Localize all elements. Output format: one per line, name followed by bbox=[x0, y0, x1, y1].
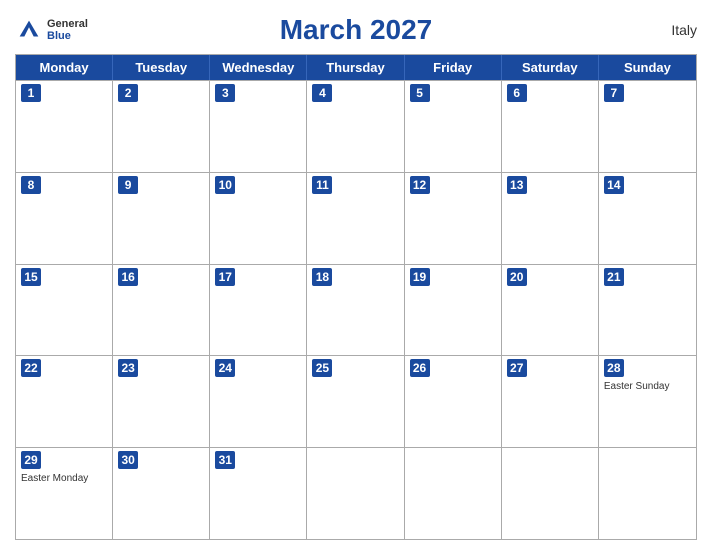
day-number: 9 bbox=[118, 176, 138, 194]
day-number: 18 bbox=[312, 268, 332, 286]
day-number: 21 bbox=[604, 268, 624, 286]
day-cell: 7 bbox=[599, 81, 696, 172]
day-cell: 22 bbox=[16, 356, 113, 447]
day-number: 3 bbox=[215, 84, 235, 102]
day-cell: 21 bbox=[599, 265, 696, 356]
day-number: 30 bbox=[118, 451, 138, 469]
logo: General Blue bbox=[15, 16, 88, 44]
day-cell: 27 bbox=[502, 356, 599, 447]
day-number: 25 bbox=[312, 359, 332, 377]
calendar: MondayTuesdayWednesdayThursdayFridaySatu… bbox=[15, 54, 697, 540]
week-row-2: 8 9 10 11 12 13 14 bbox=[16, 172, 696, 264]
logo-general: General bbox=[47, 18, 88, 30]
day-cell: 5 bbox=[405, 81, 502, 172]
day-cell: 8 bbox=[16, 173, 113, 264]
day-number: 23 bbox=[118, 359, 138, 377]
calendar-weeks: 1234567891011121314151617181920212223242… bbox=[16, 80, 696, 539]
day-cell bbox=[307, 448, 404, 539]
day-cell: 11 bbox=[307, 173, 404, 264]
day-cell: 28 Easter Sunday bbox=[599, 356, 696, 447]
day-number: 8 bbox=[21, 176, 41, 194]
day-cell: 17 bbox=[210, 265, 307, 356]
day-number: 4 bbox=[312, 84, 332, 102]
day-cell: 9 bbox=[113, 173, 210, 264]
week-row-3: 15 16 17 18 19 20 21 bbox=[16, 264, 696, 356]
day-cell bbox=[502, 448, 599, 539]
day-number: 29 bbox=[21, 451, 41, 469]
logo-text: General Blue bbox=[47, 18, 88, 42]
day-cell: 24 bbox=[210, 356, 307, 447]
day-cell: 26 bbox=[405, 356, 502, 447]
day-event: Easter Monday bbox=[21, 473, 107, 484]
day-cell: 16 bbox=[113, 265, 210, 356]
day-cell: 23 bbox=[113, 356, 210, 447]
day-cell: 15 bbox=[16, 265, 113, 356]
day-header-wednesday: Wednesday bbox=[210, 55, 307, 80]
day-number: 14 bbox=[604, 176, 624, 194]
day-number: 28 bbox=[604, 359, 624, 377]
day-header-tuesday: Tuesday bbox=[113, 55, 210, 80]
day-cell: 12 bbox=[405, 173, 502, 264]
day-number: 31 bbox=[215, 451, 235, 469]
day-event: Easter Sunday bbox=[604, 381, 691, 392]
day-number: 7 bbox=[604, 84, 624, 102]
day-cell: 31 bbox=[210, 448, 307, 539]
day-number: 16 bbox=[118, 268, 138, 286]
day-header-sunday: Sunday bbox=[599, 55, 696, 80]
day-number: 13 bbox=[507, 176, 527, 194]
day-cell: 13 bbox=[502, 173, 599, 264]
day-header-saturday: Saturday bbox=[502, 55, 599, 80]
day-cell: 2 bbox=[113, 81, 210, 172]
week-row-5: 29 Easter Monday 30 31 bbox=[16, 447, 696, 539]
week-row-1: 1 2 3 4 5 6 7 bbox=[16, 80, 696, 172]
day-header-thursday: Thursday bbox=[307, 55, 404, 80]
week-row-4: 22 23 24 25 26 27 28 Easter Sunday bbox=[16, 355, 696, 447]
day-number: 6 bbox=[507, 84, 527, 102]
day-number: 26 bbox=[410, 359, 430, 377]
logo-icon bbox=[15, 16, 43, 44]
day-cell: 4 bbox=[307, 81, 404, 172]
day-header-monday: Monday bbox=[16, 55, 113, 80]
day-cell: 25 bbox=[307, 356, 404, 447]
day-number: 17 bbox=[215, 268, 235, 286]
calendar-header: General Blue March 2027 Italy bbox=[15, 10, 697, 46]
page-title: March 2027 bbox=[280, 14, 433, 46]
day-cell: 18 bbox=[307, 265, 404, 356]
day-cell: 20 bbox=[502, 265, 599, 356]
day-cell: 10 bbox=[210, 173, 307, 264]
day-cell: 6 bbox=[502, 81, 599, 172]
day-number: 19 bbox=[410, 268, 430, 286]
day-cell: 19 bbox=[405, 265, 502, 356]
logo-blue: Blue bbox=[47, 30, 88, 42]
country-label: Italy bbox=[671, 22, 697, 38]
day-header-friday: Friday bbox=[405, 55, 502, 80]
day-cell: 3 bbox=[210, 81, 307, 172]
day-cell: 1 bbox=[16, 81, 113, 172]
day-headers-row: MondayTuesdayWednesdayThursdayFridaySatu… bbox=[16, 55, 696, 80]
day-number: 27 bbox=[507, 359, 527, 377]
day-number: 24 bbox=[215, 359, 235, 377]
day-number: 15 bbox=[21, 268, 41, 286]
day-number: 10 bbox=[215, 176, 235, 194]
day-cell bbox=[405, 448, 502, 539]
day-cell bbox=[599, 448, 696, 539]
day-number: 11 bbox=[312, 176, 332, 194]
day-cell: 14 bbox=[599, 173, 696, 264]
day-number: 2 bbox=[118, 84, 138, 102]
day-number: 20 bbox=[507, 268, 527, 286]
day-number: 1 bbox=[21, 84, 41, 102]
day-number: 22 bbox=[21, 359, 41, 377]
day-number: 12 bbox=[410, 176, 430, 194]
day-number: 5 bbox=[410, 84, 430, 102]
day-cell: 29 Easter Monday bbox=[16, 448, 113, 539]
day-cell: 30 bbox=[113, 448, 210, 539]
